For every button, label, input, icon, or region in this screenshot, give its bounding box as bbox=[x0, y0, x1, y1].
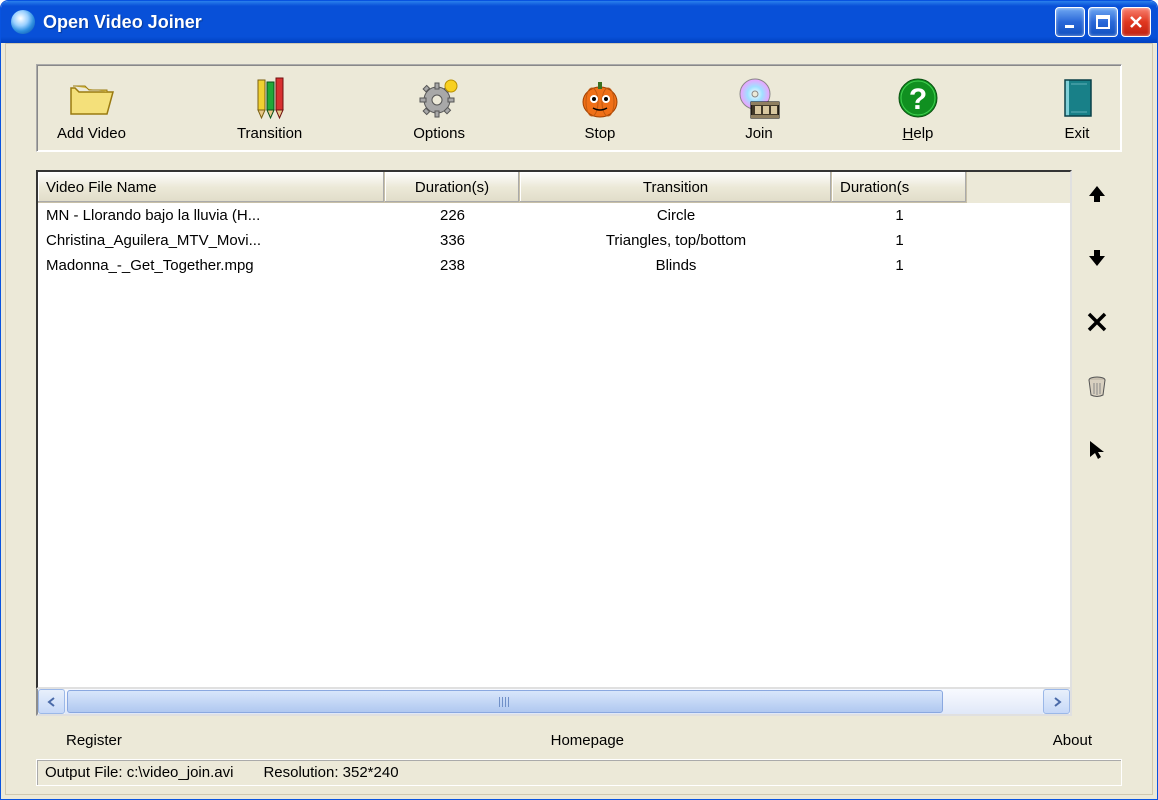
titlebar[interactable]: Open Video Joiner bbox=[1, 1, 1157, 43]
help-label: Help bbox=[903, 125, 934, 142]
arrow-down-icon bbox=[1086, 247, 1108, 269]
scroll-track[interactable] bbox=[65, 689, 1043, 714]
col-tduration[interactable]: Duration(s bbox=[832, 172, 967, 203]
cell-tdur: 1 bbox=[832, 230, 967, 251]
middle-section: Video File Name Duration(s) Transition D… bbox=[36, 170, 1122, 716]
pencils-icon bbox=[246, 74, 294, 122]
minimize-icon bbox=[1062, 14, 1078, 30]
homepage-link[interactable]: Homepage bbox=[551, 732, 624, 749]
cell-filename: Madonna_-_Get_Together.mpg bbox=[38, 255, 385, 276]
remove-button[interactable] bbox=[1083, 308, 1111, 336]
minimize-button[interactable] bbox=[1055, 7, 1085, 37]
chevron-right-icon bbox=[1052, 697, 1062, 707]
scroll-right-button[interactable] bbox=[1043, 689, 1070, 714]
close-icon bbox=[1128, 14, 1144, 30]
help-icon: ? bbox=[894, 74, 942, 122]
svg-text:?: ? bbox=[909, 83, 927, 116]
app-window: Open Video Joiner Add Video bbox=[0, 0, 1158, 800]
cell-duration: 336 bbox=[385, 230, 520, 251]
footer-links: Register Homepage About bbox=[36, 716, 1122, 759]
list-row[interactable]: Madonna_-_Get_Together.mpg 238 Blinds 1 bbox=[38, 253, 1070, 278]
add-video-label: Add Video bbox=[57, 125, 126, 142]
chevron-left-icon bbox=[47, 697, 57, 707]
cell-filename: MN - Llorando bajo la lluvia (H... bbox=[38, 205, 385, 226]
book-icon bbox=[1053, 74, 1101, 122]
maximize-button[interactable] bbox=[1088, 7, 1118, 37]
cell-transition: Circle bbox=[520, 205, 832, 226]
client-area: Add Video Transition bbox=[5, 43, 1153, 795]
add-video-button[interactable]: Add Video bbox=[51, 71, 132, 145]
cell-tdur: 1 bbox=[832, 205, 967, 226]
move-down-button[interactable] bbox=[1083, 244, 1111, 272]
grip-icon bbox=[499, 697, 511, 707]
help-button[interactable]: ? Help bbox=[888, 71, 948, 145]
col-duration[interactable]: Duration(s) bbox=[385, 172, 520, 203]
stop-button[interactable]: Stop bbox=[570, 71, 630, 145]
transition-label: Transition bbox=[237, 125, 302, 142]
register-link[interactable]: Register bbox=[66, 732, 122, 749]
join-label: Join bbox=[745, 125, 773, 142]
status-bar: Output File: c:\video_join.avi Resolutio… bbox=[36, 759, 1122, 786]
main-toolbar: Add Video Transition bbox=[36, 64, 1122, 152]
transition-button[interactable]: Transition bbox=[231, 71, 308, 145]
preview-button[interactable] bbox=[1083, 436, 1111, 464]
options-button[interactable]: Options bbox=[407, 71, 471, 145]
x-icon bbox=[1086, 311, 1108, 333]
about-link[interactable]: About bbox=[1053, 732, 1092, 749]
options-label: Options bbox=[413, 125, 465, 142]
disc-film-icon bbox=[735, 74, 783, 122]
pumpkin-icon bbox=[576, 74, 624, 122]
scroll-thumb[interactable] bbox=[67, 690, 943, 713]
exit-label: Exit bbox=[1064, 125, 1089, 142]
list-header: Video File Name Duration(s) Transition D… bbox=[38, 172, 1070, 203]
status-output-file: Output File: c:\video_join.avi bbox=[45, 764, 233, 781]
gear-icon bbox=[415, 74, 463, 122]
exit-button[interactable]: Exit bbox=[1047, 71, 1107, 145]
window-controls bbox=[1055, 7, 1151, 37]
maximize-icon bbox=[1095, 14, 1111, 30]
list-body: MN - Llorando bajo la lluvia (H... 226 C… bbox=[38, 203, 1070, 278]
join-button[interactable]: Join bbox=[729, 71, 789, 145]
arrow-up-icon bbox=[1086, 183, 1108, 205]
col-transition[interactable]: Transition bbox=[520, 172, 832, 203]
cell-tdur: 1 bbox=[832, 255, 967, 276]
status-resolution: Resolution: 352*240 bbox=[263, 764, 398, 781]
cell-transition: Blinds bbox=[520, 255, 832, 276]
trash-icon bbox=[1085, 374, 1109, 398]
folder-open-icon bbox=[67, 74, 115, 122]
list-wrap: Video File Name Duration(s) Transition D… bbox=[36, 170, 1072, 716]
col-filename[interactable]: Video File Name bbox=[38, 172, 385, 203]
scroll-left-button[interactable] bbox=[38, 689, 65, 714]
move-up-button[interactable] bbox=[1083, 180, 1111, 208]
clear-button[interactable] bbox=[1083, 372, 1111, 400]
cell-filename: Christina_Aguilera_MTV_Movi... bbox=[38, 230, 385, 251]
cell-duration: 238 bbox=[385, 255, 520, 276]
horizontal-scrollbar[interactable] bbox=[36, 689, 1072, 716]
close-button[interactable] bbox=[1121, 7, 1151, 37]
cell-duration: 226 bbox=[385, 205, 520, 226]
stop-label: Stop bbox=[585, 125, 616, 142]
app-icon bbox=[11, 10, 35, 34]
side-buttons bbox=[1072, 170, 1122, 716]
cell-transition: Triangles, top/bottom bbox=[520, 230, 832, 251]
window-title: Open Video Joiner bbox=[43, 12, 1055, 33]
list-row[interactable]: MN - Llorando bajo la lluvia (H... 226 C… bbox=[38, 203, 1070, 228]
pointer-icon bbox=[1086, 439, 1108, 461]
list-row[interactable]: Christina_Aguilera_MTV_Movi... 336 Trian… bbox=[38, 228, 1070, 253]
video-list[interactable]: Video File Name Duration(s) Transition D… bbox=[36, 170, 1072, 689]
